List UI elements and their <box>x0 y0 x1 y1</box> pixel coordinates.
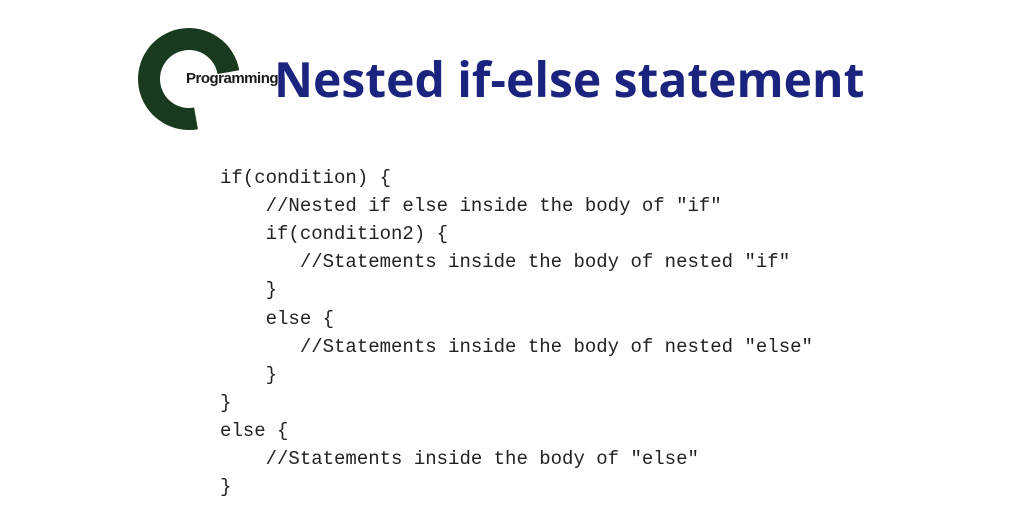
code-line: //Nested if else inside the body of "if" <box>220 195 722 217</box>
code-line: //Statements inside the body of "else" <box>220 448 699 470</box>
code-line: } <box>220 279 277 301</box>
code-line: //Statements inside the body of nested "… <box>220 336 813 358</box>
c-programming-logo: Programming <box>138 28 248 130</box>
code-line: //Statements inside the body of nested "… <box>220 251 790 273</box>
header: Programming Nested if-else statement <box>0 0 1024 130</box>
code-line: } <box>220 364 277 386</box>
logo-text: Programming <box>186 70 278 87</box>
code-line: if(condition) { <box>220 167 391 189</box>
page-title: Nested if-else statement <box>274 47 864 112</box>
code-line: } <box>220 476 231 498</box>
code-line: if(condition2) { <box>220 223 448 245</box>
code-snippet: if(condition) { //Nested if else inside … <box>220 164 1024 501</box>
code-line: } <box>220 392 231 414</box>
code-line: else { <box>220 308 334 330</box>
code-line: else { <box>220 420 288 442</box>
